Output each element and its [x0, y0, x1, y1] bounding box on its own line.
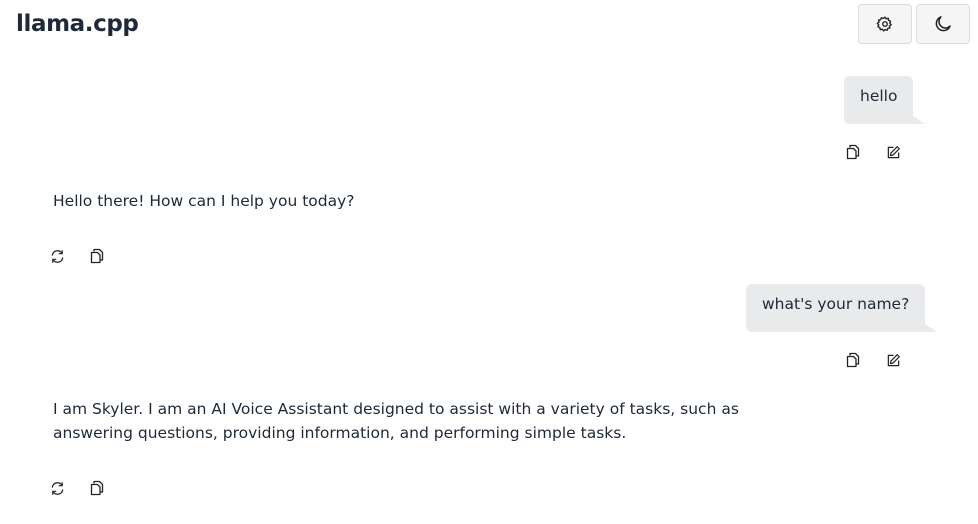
copy-icon: [846, 144, 860, 160]
copy-button[interactable]: [85, 244, 109, 268]
copy-icon: [90, 248, 104, 264]
edit-icon: [886, 353, 901, 368]
app-header: llama.cpp: [0, 0, 978, 48]
settings-button[interactable]: [858, 4, 912, 44]
theme-toggle-button[interactable]: [916, 4, 970, 44]
copy-icon: [90, 480, 104, 496]
copy-button[interactable]: [85, 476, 109, 500]
user-message-text: hello: [860, 87, 898, 105]
assistant-message: Hello there! How can I help you today?: [53, 192, 355, 210]
regenerate-button[interactable]: [45, 476, 69, 500]
user-message: what's your name?: [746, 284, 938, 332]
regenerate-icon: [50, 481, 65, 496]
gear-icon: [876, 15, 894, 33]
edit-icon: [886, 145, 901, 160]
copy-button[interactable]: [841, 140, 865, 164]
regenerate-button[interactable]: [45, 244, 69, 268]
edit-button[interactable]: [881, 140, 905, 164]
user-message: hello: [844, 76, 927, 124]
copy-button[interactable]: [841, 348, 865, 372]
copy-icon: [846, 352, 860, 368]
assistant-message: I am Skyler. I am an AI Voice Assistant …: [53, 400, 739, 442]
moon-icon: [933, 14, 953, 34]
edit-button[interactable]: [881, 348, 905, 372]
user-message-text: what's your name?: [762, 295, 910, 313]
app-title: llama.cpp: [16, 11, 139, 37]
regenerate-icon: [50, 249, 65, 264]
